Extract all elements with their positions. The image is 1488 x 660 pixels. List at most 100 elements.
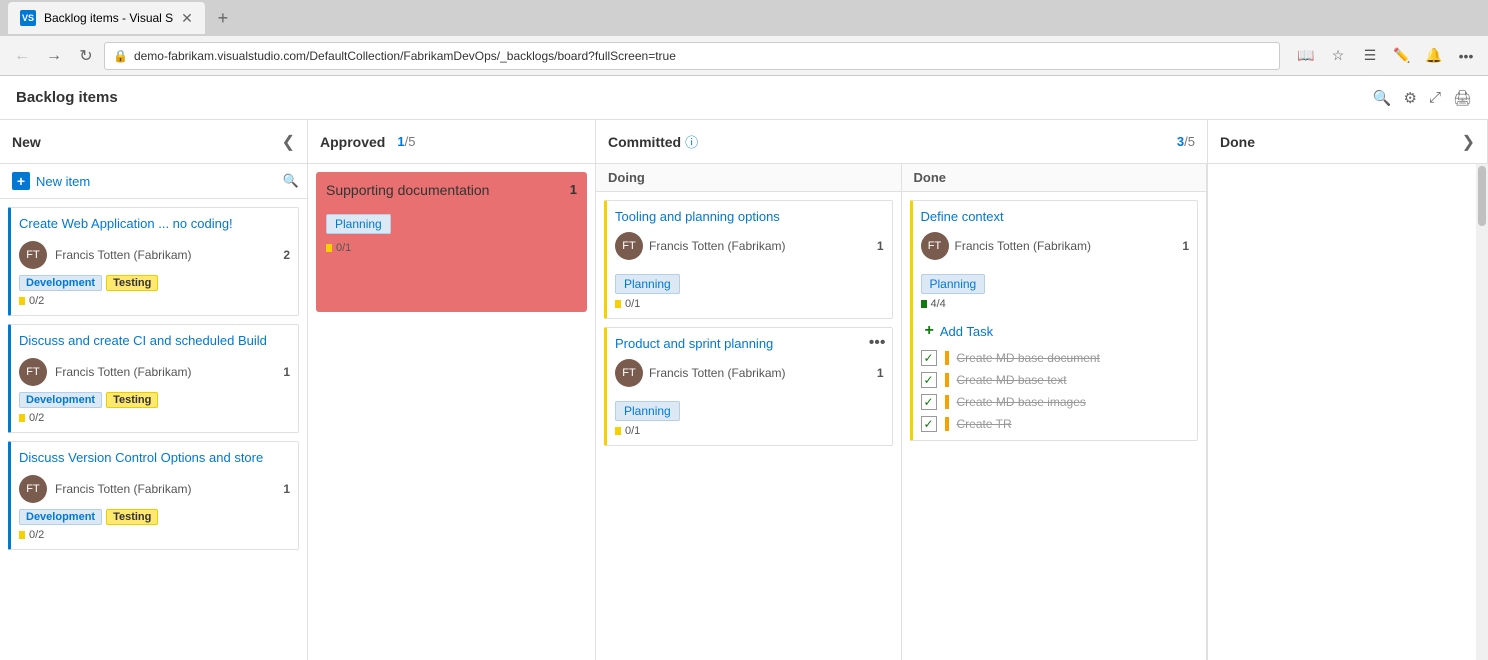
kanban-card[interactable]: ••• Product and sprint planning FT Franc… [604, 327, 893, 446]
notifications-button[interactable]: 🔔 [1420, 42, 1448, 70]
task-bar [945, 417, 949, 431]
count-badge: 1 [283, 365, 290, 379]
kanban-card-footer: FT Francis Totten (Fabrikam) 1 [615, 359, 884, 387]
task-checkbox[interactable]: ✓ [921, 416, 937, 432]
progress-text: 4/4 [931, 298, 946, 310]
committed-info-icon[interactable]: ⓘ [685, 132, 698, 151]
card-menu-button[interactable]: ••• [869, 334, 886, 352]
backlog-item-footer: FT Francis Totten (Fabrikam) 1 [19, 475, 290, 503]
progress-bar-container: 0/2 [19, 529, 290, 541]
tags: Development Testing [19, 275, 290, 291]
forward-button[interactable]: → [40, 42, 68, 70]
approved-count-total: 5 [408, 134, 415, 149]
search-icon[interactable]: 🔍 [1373, 89, 1392, 107]
active-tab[interactable]: VS Backlog items - Visual S ✕ [8, 2, 205, 34]
address-bar[interactable]: 🔒 demo-fabrikam.visualstudio.com/Default… [104, 42, 1280, 70]
tab-close-button[interactable]: ✕ [181, 10, 193, 27]
backlog-item[interactable]: Create Web Application ... no coding! FT… [8, 207, 299, 316]
favorites-button[interactable]: ☆ [1324, 42, 1352, 70]
add-task-button[interactable]: + Add Task [921, 320, 1190, 342]
committed-sub-columns: Doing Tooling and planning options FT Fr… [596, 164, 1207, 660]
back-button[interactable]: ← [8, 42, 36, 70]
new-item-button[interactable]: + New item [8, 170, 94, 192]
done-card-title: Define context [921, 209, 1190, 224]
progress-text: 0/2 [29, 529, 44, 541]
task-item: ✓ Create TR [921, 416, 1190, 432]
kanban-card[interactable]: Tooling and planning options FT Francis … [604, 200, 893, 319]
app-header-actions: 🔍 ⚙ ⤢ 🖨 [1373, 89, 1472, 107]
doing-sub-column-header: Doing [596, 164, 901, 192]
planning-tag[interactable]: Planning [326, 206, 577, 234]
planning-tag: Planning [615, 274, 680, 294]
planning-tag-label: Planning [326, 214, 391, 234]
board-container: New ❮ + New item 🔍 Create Web Applicatio… [0, 120, 1488, 660]
task-label: Create MD base document [957, 351, 1100, 365]
new-column-header: New ❮ [0, 120, 307, 164]
committed-column-title: Committed [608, 134, 681, 150]
task-item: ✓ Create MD base document [921, 350, 1190, 366]
tab-favicon: VS [20, 10, 36, 26]
tags: Development Testing [19, 392, 290, 408]
doing-label: Doing [608, 170, 645, 185]
app-container: Backlog items 🔍 ⚙ ⤢ 🖨 New ❮ + New item 🔍 [0, 76, 1488, 660]
print-icon[interactable]: 🖨 [1453, 89, 1472, 107]
scroll-thumb[interactable] [1478, 166, 1486, 226]
kanban-card-title: Tooling and planning options [615, 209, 884, 224]
approved-column-count: 1/5 [397, 134, 415, 149]
avatar: FT [921, 232, 949, 260]
testing-tag[interactable]: Testing [106, 275, 158, 291]
committed-column-count: 3/5 [1177, 134, 1195, 149]
fullscreen-icon[interactable]: ⤢ [1429, 89, 1441, 107]
done-card[interactable]: Define context FT Francis Totten (Fabrik… [910, 200, 1199, 441]
development-tag[interactable]: Development [19, 509, 102, 525]
task-checkbox[interactable]: ✓ [921, 350, 937, 366]
task-bar [945, 373, 949, 387]
task-checkbox[interactable]: ✓ [921, 372, 937, 388]
development-tag[interactable]: Development [19, 392, 102, 408]
approved-count-current: 1 [397, 134, 404, 149]
assigned-name: Francis Totten (Fabrikam) [955, 239, 1177, 253]
avatar-placeholder: FT [615, 359, 643, 387]
add-task-label: Add Task [940, 324, 993, 339]
progress-bar [19, 297, 25, 305]
browser-actions: 📖 ☆ ☰ ✏️ 🔔 ••• [1292, 42, 1480, 70]
approved-column-header: Approved 1/5 [308, 120, 595, 164]
progress-bar [19, 414, 25, 422]
card-count: 1 [1182, 239, 1189, 253]
more-button[interactable]: ••• [1452, 42, 1480, 70]
done-column-title: Done [1220, 134, 1255, 150]
tools-button[interactable]: ✏️ [1388, 42, 1416, 70]
approved-items: Supporting documentation 1 Planning 0/1 [308, 164, 595, 320]
backlog-item-footer: FT Francis Totten (Fabrikam) 2 [19, 241, 290, 269]
backlog-item[interactable]: Discuss Version Control Options and stor… [8, 441, 299, 550]
backlog-item[interactable]: Discuss and create CI and scheduled Buil… [8, 324, 299, 433]
refresh-button[interactable]: ↻ [72, 42, 100, 70]
reader-view-button[interactable]: 📖 [1292, 42, 1320, 70]
progress-bar-container: 0/2 [19, 412, 290, 424]
planning-tag: Planning [615, 401, 680, 421]
avatar-placeholder: FT [921, 232, 949, 260]
approved-card[interactable]: Supporting documentation 1 Planning 0/1 [316, 172, 587, 312]
scrollbar[interactable] [1476, 164, 1488, 660]
done-column-collapse-button[interactable]: ❯ [1462, 132, 1475, 152]
checkmark-icon: ✓ [923, 417, 933, 431]
doing-sub-column: Doing Tooling and planning options FT Fr… [596, 164, 902, 660]
settings-icon[interactable]: ⚙ [1403, 89, 1416, 107]
development-tag[interactable]: Development [19, 275, 102, 291]
search-new-column-button[interactable]: 🔍 [283, 173, 299, 189]
url-text: demo-fabrikam.visualstudio.com/DefaultCo… [134, 49, 676, 63]
done-column: Done ❯ [1208, 120, 1488, 660]
new-tab-button[interactable]: + [209, 4, 237, 32]
new-column-collapse-button[interactable]: ❮ [282, 132, 295, 152]
task-bar [945, 351, 949, 365]
assigned-name: Francis Totten (Fabrikam) [55, 482, 275, 496]
task-checkbox[interactable]: ✓ [921, 394, 937, 410]
tags: Planning [615, 266, 884, 294]
backlog-items-list: Create Web Application ... no coding! FT… [0, 199, 307, 660]
testing-tag[interactable]: Testing [106, 509, 158, 525]
hub-button[interactable]: ☰ [1356, 42, 1384, 70]
app-title: Backlog items [16, 89, 118, 106]
testing-tag[interactable]: Testing [106, 392, 158, 408]
doing-items: Tooling and planning options FT Francis … [596, 192, 901, 660]
approved-column: Approved 1/5 Supporting documentation 1 … [308, 120, 596, 660]
